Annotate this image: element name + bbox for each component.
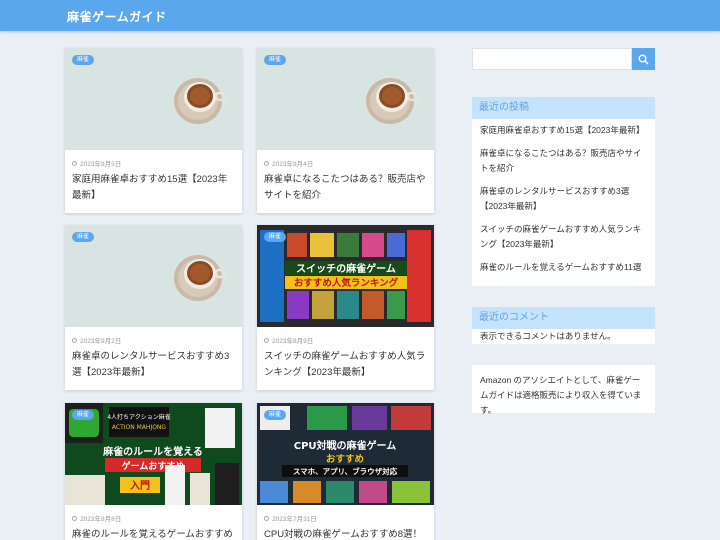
post-card[interactable]: 麻雀 2023年9月4日 麻雀卓になるこたつはある？販売店やサイトを紹介 [257,48,434,213]
category-badge[interactable]: 麻雀 [72,55,95,65]
recent-post-link[interactable]: 麻雀のルールを覚えるゲームおすすめ11選 [480,260,647,276]
svg-text:おすすめ人気ランキング: おすすめ人気ランキング [294,277,399,289]
search-icon [638,54,649,65]
widget-title: 最近のコメント [472,307,655,329]
clock-icon [72,337,77,343]
recent-post-link[interactable]: 麻雀卓のレンタルサービスおすすめ3選【2023年最新】 [480,184,647,215]
post-title[interactable]: 麻雀卓になるこたつはある？販売店やサイトを紹介 [264,172,427,204]
post-card[interactable]: CPU対戦の麻雀ゲーム おすすめ スマホ、アプリ、ブラウザ対応 麻雀 2023年… [257,403,434,540]
category-badge[interactable]: 麻雀 [264,55,287,65]
search-form [472,48,655,70]
post-title[interactable]: 家庭用麻雀卓おすすめ15選【2023年最新】 [72,172,235,204]
svg-text:スマホ、アプリ、ブラウザ対応: スマホ、アプリ、ブラウザ対応 [293,466,398,476]
category-badge[interactable]: 麻雀 [264,410,287,420]
post-thumbnail[interactable]: 麻雀 [65,48,242,150]
clock-icon [264,515,269,521]
post-date: 2023年9月5日 [72,158,121,168]
widget-title: 最近の投稿 [472,97,655,119]
svg-text:4人打ちアクション麻雀: 4人打ちアクション麻雀 [107,413,171,421]
post-thumbnail[interactable]: スイッチの麻雀ゲーム おすすめ人気ランキング 麻雀 [257,225,434,327]
post-title[interactable]: スイッチの麻雀ゲームおすすめ人気ランキング【2023年最新】 [264,349,427,381]
category-badge[interactable]: 麻雀 [72,232,95,242]
post-card[interactable]: 麻雀 2023年9月2日 麻雀卓のレンタルサービスおすすめ3選【2023年最新】 [65,225,242,390]
post-thumbnail[interactable]: CPU対戦の麻雀ゲーム おすすめ スマホ、アプリ、ブラウザ対応 麻雀 [257,403,434,505]
post-thumbnail[interactable]: 麻雀 [257,48,434,150]
post-thumbnail[interactable]: 麻雀 [65,225,242,327]
post-date: 2023年8月9日 [264,335,313,345]
post-title[interactable]: CPU対戦の麻雀ゲームおすすめ8選！ス [264,527,427,540]
post-title[interactable]: 麻雀卓のレンタルサービスおすすめ3選【2023年最新】 [72,349,235,381]
recent-post-link[interactable]: 家庭用麻雀卓おすすめ15選【2023年最新】 [480,123,647,139]
post-date: 2023年8月8日 [72,513,121,523]
clock-icon [72,515,77,521]
post-card[interactable]: 麻雀 2023年9月5日 家庭用麻雀卓おすすめ15選【2023年最新】 [65,48,242,213]
site-header: 麻雀ゲームガイド [0,0,720,31]
recent-post-link[interactable]: スイッチの麻雀ゲームおすすめ人気ランキング【2023年最新】 [480,222,647,253]
post-title[interactable]: 麻雀のルールを覚えるゲームおすすめ11 [72,527,235,540]
clock-icon [264,337,269,343]
post-card[interactable]: スイッチの麻雀ゲーム おすすめ人気ランキング 麻雀 2023年8月9日 スイッチ… [257,225,434,390]
amazon-disclosure-text: Amazon のアソシエイトとして、麻雀ゲームガイドは適格販売により収入を得てい… [480,375,642,415]
amazon-disclosure-widget: Amazon のアソシエイトとして、麻雀ゲームガイドは適格販売により収入を得てい… [472,365,655,415]
no-comments-text: 表示できるコメントはありません。 [480,331,616,341]
svg-text:CPU対戦の麻雀ゲーム: CPU対戦の麻雀ゲーム [294,439,397,452]
site-title[interactable]: 麻雀ゲームガイド [67,8,167,25]
svg-text:入門: 入門 [130,480,150,492]
recent-posts-widget: 最近の投稿 家庭用麻雀卓おすすめ15選【2023年最新】 麻雀卓になるこたつはあ… [472,97,655,286]
search-button[interactable] [632,48,655,70]
post-date: 2023年9月4日 [264,158,313,168]
svg-text:麻雀のルールを覚える: 麻雀のルールを覚える [102,445,203,458]
post-date: 2023年7月31日 [264,513,317,523]
category-badge[interactable]: 麻雀 [72,410,95,420]
recent-post-link[interactable]: 麻雀卓になるこたつはある？販売店やサイトを紹介 [480,146,647,177]
svg-text:スイッチの麻雀ゲーム: スイッチの麻雀ゲーム [296,262,396,275]
post-card[interactable]: 4人打ちアクション麻雀 ACTION MAHJONG 麻雀のルールを覚える ゲー… [65,403,242,540]
post-date: 2023年9月2日 [72,335,121,345]
category-badge[interactable]: 麻雀 [264,232,287,242]
svg-text:おすすめ: おすすめ [326,454,364,465]
search-input[interactable] [472,48,632,70]
clock-icon [72,160,77,166]
clock-icon [264,160,269,166]
recent-posts-list: 家庭用麻雀卓おすすめ15選【2023年最新】 麻雀卓になるこたつはある？販売店や… [472,119,655,284]
post-thumbnail[interactable]: 4人打ちアクション麻雀 ACTION MAHJONG 麻雀のルールを覚える ゲー… [65,403,242,505]
svg-text:ACTION MAHJONG: ACTION MAHJONG [112,424,167,431]
recent-comments-widget: 最近のコメント 表示できるコメントはありません。 [472,307,655,344]
